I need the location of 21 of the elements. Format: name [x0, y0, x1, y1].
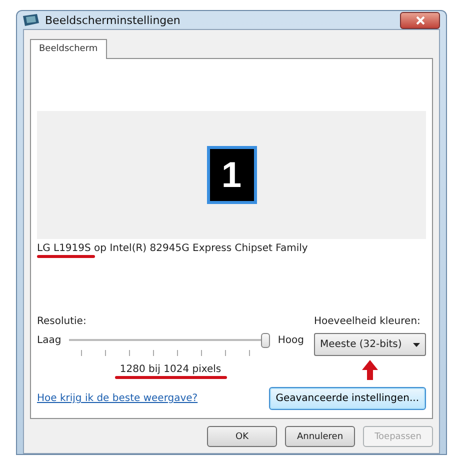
annotation-underline — [37, 255, 95, 258]
close-button[interactable] — [400, 12, 440, 29]
help-link[interactable]: Hoe krijg ik de beste weergave? — [37, 393, 198, 404]
high-label: Hoog — [278, 335, 304, 346]
arrow-icon — [361, 359, 379, 381]
colors-label: Hoeveelheid kleuren: — [314, 316, 422, 327]
close-icon — [416, 16, 424, 25]
dialog-button[interactable]: Annuleren — [285, 426, 355, 447]
display-name: LG L1919S op Intel(R) 82945G Express Chipset Family — [37, 243, 309, 254]
caret-icon — [413, 342, 420, 346]
low-label: Laag — [37, 335, 62, 346]
dialog-button[interactable]: OK — [207, 426, 277, 447]
advanced-settings-button[interactable]: Geavanceerde instellingen... — [268, 387, 426, 410]
monitor-icon — [23, 14, 39, 26]
monitor-tile[interactable]: 1 — [206, 146, 256, 204]
slider-thumb[interactable] — [260, 333, 270, 348]
tab[interactable]: Beeldscherm — [30, 39, 107, 59]
resolution-reading: 1280 bij 1024 pixels — [118, 364, 222, 375]
colors-dropdown[interactable]: Meeste (32-bits) — [314, 333, 426, 356]
window-title: Beeldscherminstellingen — [45, 14, 182, 26]
resolution-label: Resolutie: — [37, 316, 88, 327]
